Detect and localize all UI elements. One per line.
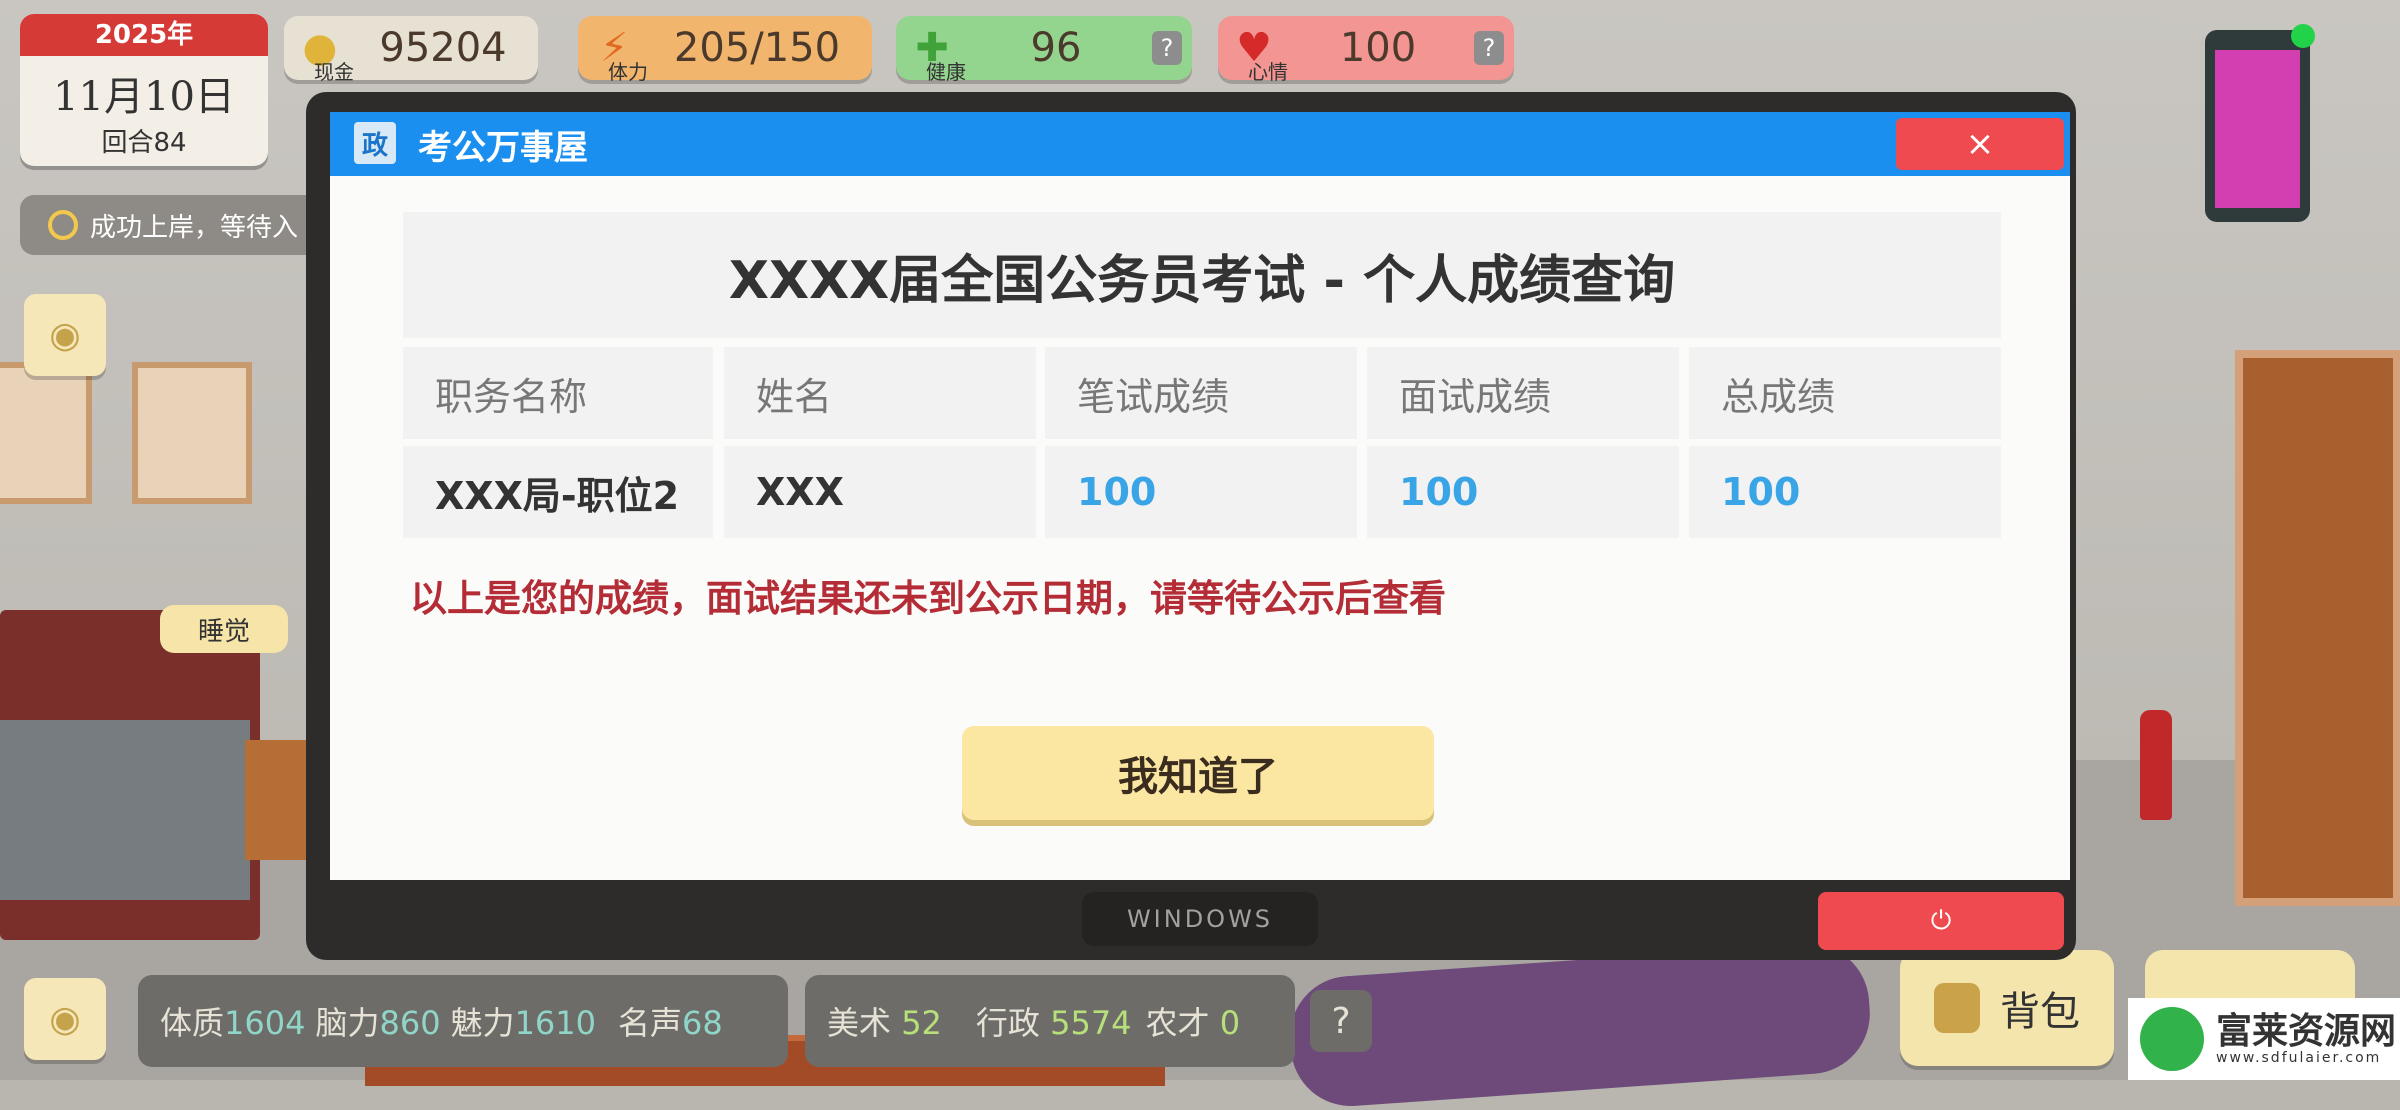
window-titlebar (330, 112, 2070, 176)
attr-fame: 名声68 (618, 1004, 723, 1042)
eye-toggle-button-bottom[interactable]: ◉ (24, 978, 106, 1060)
watermark-url: www.sdfulaier.com (2216, 1050, 2382, 1066)
stamina-stat: ⚡ 体力 205/150 (578, 16, 872, 84)
window-title: 考公万事屋 (418, 128, 588, 168)
skills-panel: 美术 52 行政 5574 农才 0 (805, 975, 1295, 1067)
bag-button[interactable]: 背包 (1900, 950, 2114, 1066)
eye-icon: ◉ (49, 314, 81, 356)
attr-physique: 体质1604 (160, 1004, 306, 1042)
backpack-icon (1934, 983, 1980, 1033)
attr-admin: 行政 5574 (975, 1004, 1132, 1042)
column-header-interview: 面试成绩 (1367, 347, 1679, 439)
query-heading: XXXX届全国公务员考试 - 个人成绩查询 (403, 212, 2001, 338)
cell-interview-score: 100 (1367, 446, 1679, 538)
app-logo-icon: 政 (354, 122, 396, 164)
column-header-position: 职务名称 (403, 347, 713, 439)
stamina-label: 体力 (608, 60, 648, 84)
cash-label: 现金 (314, 60, 354, 84)
watermark: 富莱资源网 www.sdfulaier.com (2128, 998, 2400, 1080)
year-label: 2025年 (20, 14, 268, 56)
cell-written-score: 100 (1045, 446, 1357, 538)
date-panel: 2025年 11月10日 回合84 (20, 14, 268, 166)
watermark-logo (2140, 1007, 2204, 1071)
column-header-name: 姓名 (724, 347, 1036, 439)
close-icon: × (1965, 124, 1995, 164)
bed-sheet (0, 720, 250, 900)
health-value: 96 (1030, 25, 1082, 71)
windows-taskbar-label: WINDOWS (1082, 892, 1318, 946)
bag-label: 背包 (2000, 989, 2080, 1035)
status-text: 成功上岸，等待入 (90, 212, 299, 243)
attr-charm: 魅力1610 (450, 1004, 596, 1042)
power-icon: ⏻ (1930, 905, 1952, 936)
sleep-bubble[interactable]: 睡觉 (160, 605, 288, 653)
cash-value: 95204 (379, 25, 507, 71)
cell-name: XXX (724, 446, 1036, 538)
round-label: 回合84 (101, 128, 187, 158)
health-stat: ✚ 健康 96 ? (896, 16, 1192, 84)
cash-stat: ● 现金 95204 (284, 16, 538, 84)
watermark-name: 富莱资源网 (2216, 1010, 2397, 1052)
mood-help-button[interactable]: ? (1474, 31, 1504, 65)
column-header-total: 总成绩 (1689, 347, 2001, 439)
nightstand (245, 740, 315, 860)
eye-toggle-button[interactable]: ◉ (24, 294, 106, 376)
wall-painting-plant (0, 362, 92, 504)
fire-extinguisher (2140, 710, 2172, 820)
power-button[interactable]: ⏻ (1818, 892, 2064, 950)
month-day-label: 11月10日 (53, 74, 235, 120)
wall-painting-portrait (132, 362, 252, 504)
attributes-help-button[interactable]: ? (1310, 990, 1372, 1052)
cell-total-score: 100 (1689, 446, 2001, 538)
eye-icon: ◉ (49, 998, 81, 1040)
phone-screen (2215, 50, 2300, 208)
notification-dot (2291, 24, 2315, 48)
mood-value: 100 (1339, 25, 1417, 71)
attr-art: 美术 52 (827, 1004, 942, 1042)
door[interactable] (2235, 350, 2400, 906)
attr-farming: 农才 0 (1145, 1004, 1241, 1042)
attributes-panel: 体质1604 脑力860 魅力1610 名声68 (138, 975, 788, 1067)
status-banner: 成功上岸，等待入 (20, 195, 320, 255)
column-header-written: 笔试成绩 (1045, 347, 1357, 439)
health-label: 健康 (926, 60, 966, 84)
stamina-value: 205/150 (673, 25, 841, 71)
notice-text: 以上是您的成绩，面试结果还未到公示日期，请等待公示后查看 (410, 577, 1446, 620)
close-button[interactable]: × (1896, 118, 2064, 170)
phone-button[interactable] (2205, 24, 2315, 222)
acknowledge-button[interactable]: 我知道了 (962, 726, 1434, 820)
attr-brain: 脑力860 (315, 1004, 441, 1042)
clock-icon (48, 210, 78, 240)
health-help-button[interactable]: ? (1152, 31, 1182, 65)
cell-position: XXX局-职位2 (403, 446, 713, 538)
mood-stat: ♥ 心情 100 ? (1218, 16, 1514, 84)
mood-label: 心情 (1248, 60, 1288, 84)
